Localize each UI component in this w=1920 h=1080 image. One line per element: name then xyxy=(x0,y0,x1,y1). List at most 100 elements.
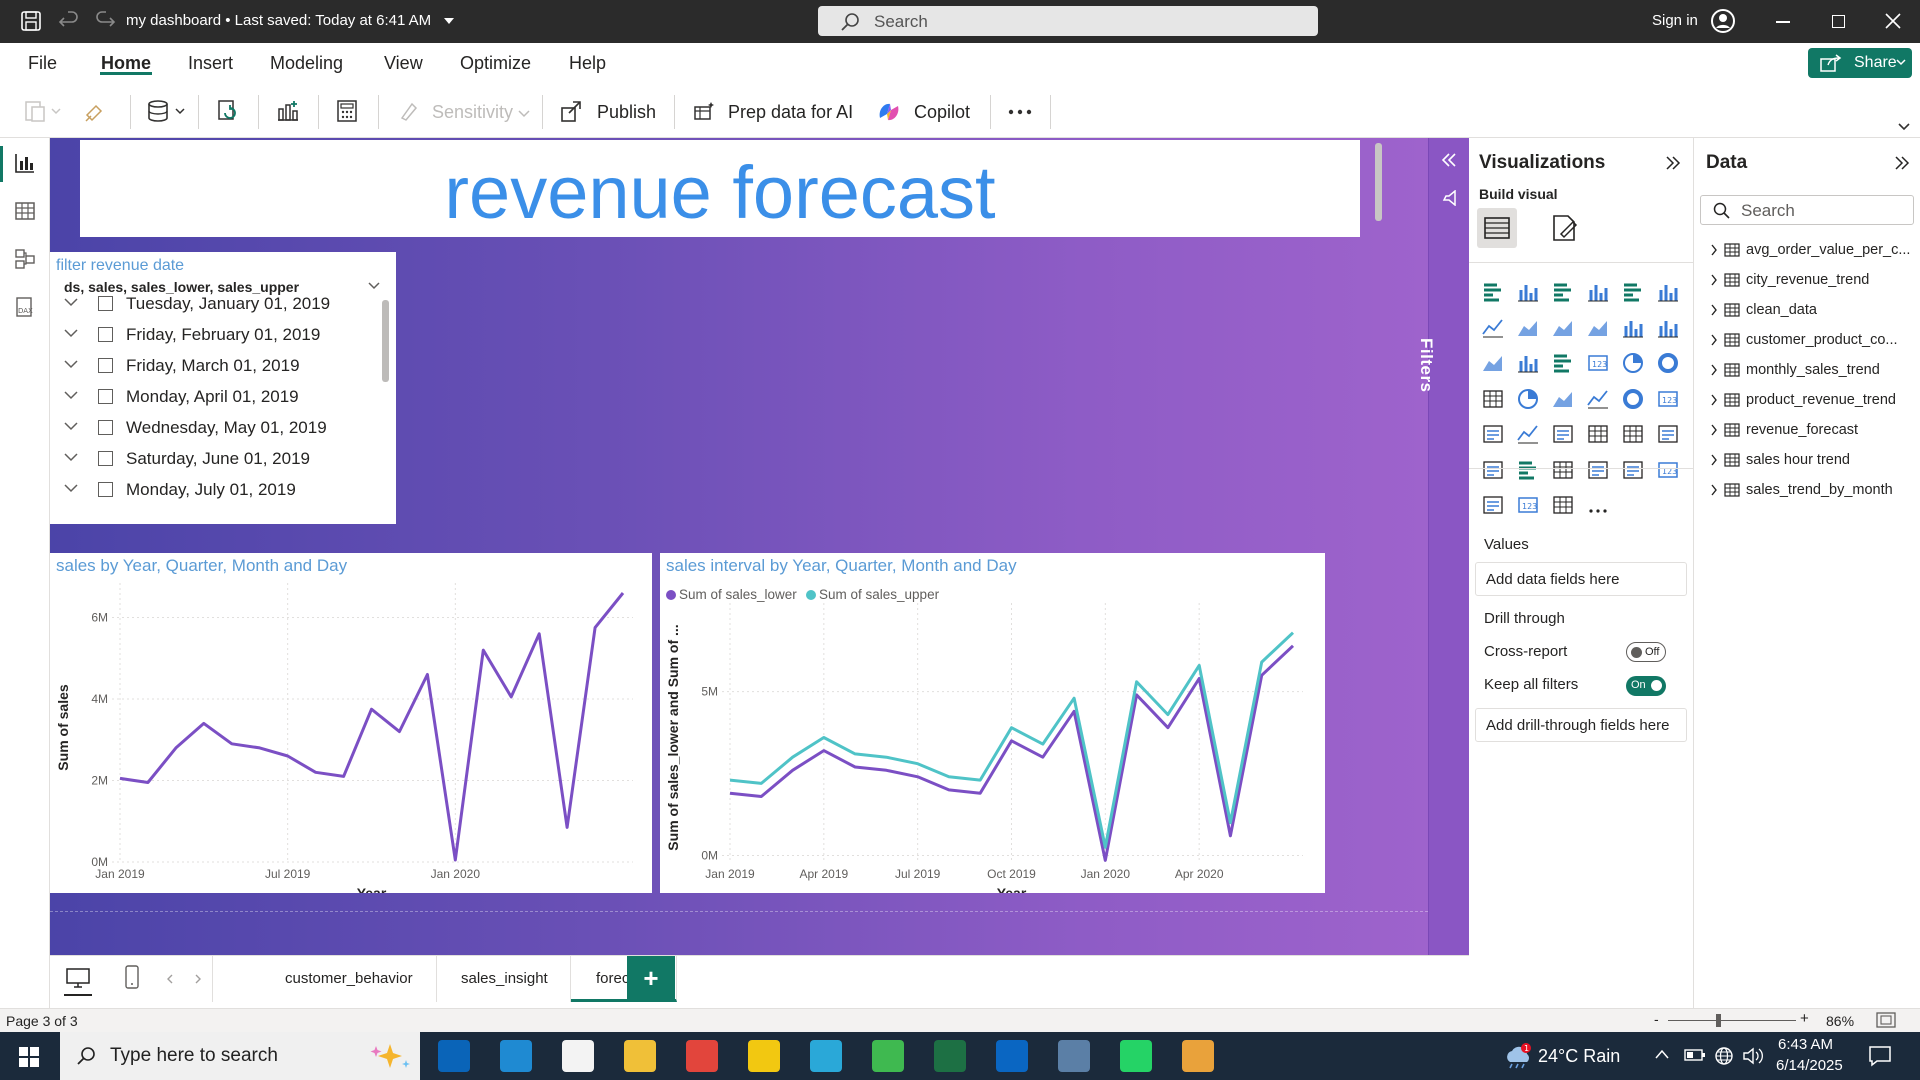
report-canvas[interactable]: revenue forecast filter revenue date ds,… xyxy=(50,138,1428,955)
collapse-ribbon-icon[interactable] xyxy=(1898,123,1910,131)
new-visual-icon[interactable] xyxy=(276,99,300,123)
keep-all-filters-toggle[interactable]: On xyxy=(1626,676,1666,696)
gauge-icon[interactable] xyxy=(1621,387,1645,411)
redo-icon[interactable] xyxy=(94,10,116,32)
prep-data-button[interactable]: Prep data for AI xyxy=(728,102,853,123)
expand-chevron-icon[interactable] xyxy=(1710,334,1718,346)
waterfall-chart-icon[interactable] xyxy=(1516,351,1540,375)
scroll-right-icon[interactable] xyxy=(194,974,202,984)
cross-report-toggle[interactable]: Off xyxy=(1626,642,1666,662)
format-painter-icon[interactable] xyxy=(84,101,106,123)
kpi-icon[interactable] xyxy=(1516,422,1540,446)
slicer-icon[interactable] xyxy=(1551,422,1575,446)
data-search-input[interactable]: Search xyxy=(1700,195,1914,225)
excel-icon[interactable] xyxy=(934,1040,966,1072)
vscode-icon[interactable] xyxy=(500,1040,532,1072)
slicer-item[interactable]: Monday, July 01, 2019 xyxy=(64,478,364,502)
calculator-icon[interactable] xyxy=(336,99,358,123)
volume-icon[interactable] xyxy=(1742,1046,1764,1066)
drill-through-drop-zone[interactable]: Add drill-through fields here xyxy=(1475,708,1687,742)
slicer-checkbox[interactable] xyxy=(98,296,113,311)
slicer-item[interactable]: Tuesday, January 01, 2019 xyxy=(64,292,364,316)
chevron-down-icon[interactable] xyxy=(368,282,380,290)
date-slicer[interactable]: filter revenue date ds, sales, sales_low… xyxy=(50,252,396,524)
expand-chevron-icon[interactable] xyxy=(64,484,78,493)
slicer-scrollbar[interactable] xyxy=(382,300,389,382)
save-icon[interactable] xyxy=(20,10,42,32)
azure-map-icon[interactable] xyxy=(1586,387,1610,411)
new-card-icon[interactable]: 123 xyxy=(1516,493,1540,517)
chevron-up-icon[interactable] xyxy=(1654,1048,1670,1060)
more-visuals-icon[interactable] xyxy=(1586,493,1610,517)
postgresql-icon[interactable] xyxy=(1058,1040,1090,1072)
dax-query-view-icon[interactable]: DAX xyxy=(14,296,36,318)
expand-chevron-icon[interactable] xyxy=(64,329,78,338)
edge-icon[interactable] xyxy=(810,1040,842,1072)
menu-optimize[interactable]: Optimize xyxy=(460,53,531,74)
slicer-checkbox[interactable] xyxy=(98,420,113,435)
scroll-left-icon[interactable] xyxy=(166,974,174,984)
whatsapp-icon[interactable] xyxy=(1120,1040,1152,1072)
clock-date[interactable]: 6/14/2025 xyxy=(1776,1057,1843,1074)
data-table-item[interactable]: revenue_forecast xyxy=(1710,419,1918,441)
document-title[interactable]: my dashboard • Last saved: Today at 6:41… xyxy=(126,12,455,29)
expand-chevron-icon[interactable] xyxy=(1710,454,1718,466)
outlook-icon[interactable] xyxy=(438,1040,470,1072)
decomposition-tree-icon[interactable] xyxy=(1551,458,1575,482)
menu-view[interactable]: View xyxy=(384,53,423,74)
file-explorer-icon[interactable] xyxy=(624,1040,656,1072)
close-icon[interactable] xyxy=(1884,12,1902,30)
paginated-report-icon[interactable] xyxy=(1481,493,1505,517)
100-stacked-column-chart-icon[interactable] xyxy=(1656,280,1680,304)
zoom-in-icon[interactable]: + xyxy=(1800,1010,1809,1027)
funnel-chart-icon[interactable] xyxy=(1551,351,1575,375)
donut-chart-icon[interactable] xyxy=(1656,351,1680,375)
maximize-icon[interactable] xyxy=(1832,15,1845,28)
menu-modeling[interactable]: Modeling xyxy=(270,53,343,74)
matrix-icon[interactable] xyxy=(1621,422,1645,446)
data-table-item[interactable]: sales_trend_by_month xyxy=(1710,479,1918,501)
add-page-button[interactable]: + xyxy=(627,956,675,1002)
paste-icon[interactable] xyxy=(24,99,64,123)
weather-text[interactable]: 24°C Rain xyxy=(1538,1046,1620,1067)
mobile-layout-icon[interactable] xyxy=(124,964,140,990)
slicer-item[interactable]: Monday, April 01, 2019 xyxy=(64,385,364,409)
snipping-tool-icon[interactable] xyxy=(1182,1040,1214,1072)
stacked-area-chart-icon[interactable] xyxy=(1551,316,1575,340)
slicer-checkbox[interactable] xyxy=(98,451,113,466)
area-chart-icon[interactable] xyxy=(1516,316,1540,340)
sign-in-link[interactable]: Sign in xyxy=(1652,12,1698,29)
chrome-icon[interactable] xyxy=(686,1040,718,1072)
tab-customer-behavior[interactable]: customer_behavior xyxy=(213,956,437,1002)
title-text-box[interactable]: revenue forecast xyxy=(80,140,1382,237)
expand-chevron-icon[interactable] xyxy=(1710,424,1718,436)
publish-button[interactable]: Publish xyxy=(597,102,656,123)
chevron-down-icon[interactable] xyxy=(443,12,455,29)
clustered-bar-chart-icon[interactable] xyxy=(1551,280,1575,304)
map-icon[interactable] xyxy=(1516,387,1540,411)
100-stacked-bar-chart-icon[interactable] xyxy=(1621,280,1645,304)
search-box[interactable]: Search xyxy=(818,6,1318,36)
data-table-item[interactable]: clean_data xyxy=(1710,299,1918,321)
share-button[interactable]: Share xyxy=(1808,48,1912,78)
filters-pane-collapsed[interactable]: Filters xyxy=(1417,138,1469,955)
refresh-icon[interactable] xyxy=(216,99,240,123)
linkedin-icon[interactable] xyxy=(996,1040,1028,1072)
sales-interval-line-chart[interactable]: sales interval by Year, Quarter, Month a… xyxy=(660,553,1325,893)
card-icon[interactable]: 123 xyxy=(1656,387,1680,411)
key-influencers-icon[interactable] xyxy=(1516,458,1540,482)
tab-sales-insight[interactable]: sales_insight xyxy=(437,956,571,1002)
network-globe-icon[interactable] xyxy=(1714,1046,1734,1066)
filled-map-icon[interactable] xyxy=(1551,387,1575,411)
undo-icon[interactable] xyxy=(58,10,80,32)
metrics-icon[interactable]: 123 xyxy=(1656,458,1680,482)
treemap-icon[interactable] xyxy=(1481,387,1505,411)
expand-filters-icon[interactable] xyxy=(1440,152,1458,168)
power-apps-icon[interactable] xyxy=(1551,493,1575,517)
format-visual-tab[interactable] xyxy=(1549,212,1581,244)
table-icon[interactable] xyxy=(1586,422,1610,446)
slicer-checkbox[interactable] xyxy=(98,482,113,497)
python-visual-icon[interactable] xyxy=(1481,458,1505,482)
notifications-icon[interactable] xyxy=(1868,1044,1892,1068)
data-table-item[interactable]: sales hour trend xyxy=(1710,449,1918,471)
